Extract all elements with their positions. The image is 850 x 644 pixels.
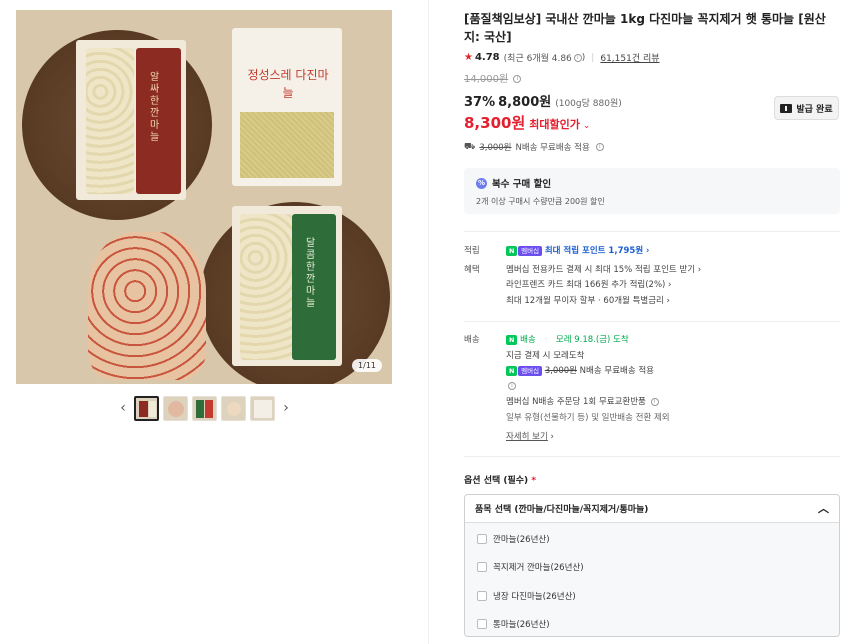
package-peeled-garlic-green: 달콤한 깐마늘	[232, 206, 342, 366]
checkbox[interactable]	[477, 562, 487, 573]
rating-row: ★ 4.78 (최근 6개월 4.86 i) | 61,151건 리뷰	[464, 51, 660, 64]
points-row: 적립 N 멤버십 최대 적립 포인트 1,795원 ›	[464, 244, 840, 260]
divider	[464, 231, 840, 232]
benefit-line-1[interactable]: 멤버십 전용카드 결제 시 최대 15% 적립 포인트 받기 ›	[506, 263, 840, 279]
package-label-1: 알싸한 깐마늘	[150, 72, 160, 143]
info-icon[interactable]: i	[573, 53, 582, 62]
product-main-image[interactable]: 알싸한 깐마늘 정성스레 다진마늘 달콤한 깐마늘 1/11	[16, 10, 392, 384]
package-label-2: 정성스레 다진마늘	[247, 68, 329, 100]
thumbnail-4[interactable]	[221, 395, 246, 421]
n-delivery-badge: N	[506, 335, 518, 345]
options-section: 옵션 선택 (필수) * 품목 선택 (깐마늘/다진마늘/꼭지제거/통마늘) ︿…	[464, 473, 840, 637]
delivery-fee-original: 3,000원	[544, 366, 577, 376]
checkbox[interactable]	[477, 533, 487, 544]
delivery-type: 배송	[520, 335, 536, 345]
return-info-icon[interactable]: i	[650, 397, 659, 406]
shipping-info-icon[interactable]: i	[595, 143, 604, 151]
shipping-original-fee: 3,000원	[479, 143, 512, 153]
delivery-fee-row: N 멤버십 3,000원 N배송 무료배송 적용 i	[506, 364, 840, 395]
package-minced-garlic: 정성스레 다진마늘	[232, 28, 342, 186]
delivery-info-icon[interactable]: i	[508, 382, 516, 390]
delivery-row: 배송 N 배송 · 모레 9.18.(금) 도착 지금 결제 시 모레도착 N …	[464, 333, 840, 446]
npay-badge: N	[506, 246, 518, 256]
delivery-exclusion: 일부 유형(선물하기 등) 및 일반배송 전환 제외	[506, 412, 670, 423]
column-divider	[428, 0, 429, 644]
option-select-title: 품목 선택 (깐마늘/다진마늘/꼭지제거/통마늘)	[475, 504, 649, 515]
original-price-row: 14,000원 i	[464, 70, 840, 85]
benefits-row: 혜택 멤버십 전용카드 결제 시 최대 15% 적립 포인트 받기 › 라인프렌…	[464, 263, 840, 310]
original-price: 14,000원	[464, 74, 509, 85]
max-discount-price: 8,300원	[464, 114, 526, 132]
recent-rating: (최근 6개월 4.86	[503, 54, 572, 64]
unit-price: (100g당 880원)	[555, 99, 622, 109]
benefits-label: 혜택	[464, 264, 480, 275]
option-item[interactable]: 냉장 다진마늘(26년산)	[465, 582, 839, 611]
rating-score: 4.78	[474, 52, 500, 63]
checkbox[interactable]	[477, 619, 487, 630]
percent-icon: %	[476, 177, 487, 189]
thumbnail-strip: ‹ ›	[116, 395, 296, 421]
star-icon: ★	[464, 52, 473, 63]
package-peeled-garlic-red: 알싸한 깐마늘	[76, 40, 186, 200]
chevron-right-icon[interactable]: ›	[279, 396, 293, 420]
delivery-arrival: 모레 9.18.(금) 도착	[555, 335, 629, 345]
option-select[interactable]: 품목 선택 (깐마늘/다진마늘/꼭지제거/통마늘) ︿ 깐마늘(26년산) 꼭지…	[464, 493, 840, 637]
delivery-fee-text: N배송 무료배송 적용	[579, 366, 654, 376]
option-item[interactable]: 꼭지제거 깐마늘(26년산)	[465, 553, 839, 582]
chevron-up-icon[interactable]: ︿	[818, 500, 829, 516]
delivery-more-link[interactable]: 자세히 보기	[506, 432, 548, 442]
reviews-link[interactable]: 61,151건 리뷰	[600, 51, 659, 64]
discount-price: 8,800원	[498, 95, 552, 110]
divider	[464, 455, 840, 457]
membership-badge: 멤버십	[518, 246, 543, 256]
package-label-3: 달콤한 깐마늘	[306, 238, 316, 309]
thumbnail-5[interactable]	[250, 395, 275, 421]
coupon-icon	[780, 103, 793, 113]
product-title: [품질책임보상] 국내산 깐마늘 1kg 다진마늘 꼭지제거 햇 통마늘 [원산…	[464, 12, 826, 44]
multi-discount-desc: 2개 이상 구매시 수량만큼 200원 할인	[476, 197, 605, 206]
chevron-down-icon[interactable]: ⌄	[583, 121, 591, 131]
shipping-text: N배송 무료배송 적용	[515, 143, 590, 153]
membership-badge: 멤버십	[518, 366, 543, 376]
divider	[464, 321, 840, 322]
option-item[interactable]: 통마늘(26년산)	[465, 610, 839, 636]
checkbox[interactable]	[477, 590, 487, 601]
benefit-line-2[interactable]: 라인프렌즈 카드 최대 166원 추가 적립(2%) ›	[506, 278, 840, 294]
price-info-icon[interactable]: i	[513, 75, 522, 83]
image-counter: 1/11	[352, 359, 382, 372]
options-label-row: 옵션 선택 (필수) *	[464, 473, 840, 486]
option-select-header[interactable]: 품목 선택 (깐마늘/다진마늘/꼭지제거/통마늘) ︿	[465, 495, 839, 523]
options-label: 옵션 선택 (필수)	[464, 475, 529, 486]
multi-purchase-discount-box: % 복수 구매 할인 2개 이상 구매시 수량만큼 200원 할인	[464, 168, 840, 214]
points-link[interactable]: N 멤버십 최대 적립 포인트 1,795원 ›	[506, 244, 840, 260]
whole-garlic-net-bag	[88, 232, 206, 380]
coupon-issued-button[interactable]: 발급 완료	[774, 96, 839, 120]
max-discount-label: 최대할인가	[529, 118, 580, 131]
option-item[interactable]: 깐마늘(26년산)	[465, 525, 839, 554]
points-label: 적립	[464, 246, 480, 256]
npay-badge: N	[506, 366, 518, 376]
thumbnail-3[interactable]	[192, 395, 217, 421]
delivery-more-row[interactable]: 자세히 보기 ›	[506, 430, 840, 446]
discount-percent: 37%	[464, 95, 496, 110]
thumbnail-2[interactable]	[163, 395, 188, 421]
return-note-row: 멤버십 N배송 주문당 1회 무료교환반품 i	[506, 395, 840, 411]
shipping-row: ⛟ 3,000원 N배송 무료배송 적용 i	[464, 141, 840, 153]
truck-icon: ⛟	[464, 141, 476, 152]
product-info: [품질책임보상] 국내산 깐마늘 1kg 다진마늘 꼭지제거 햇 통마늘 [원산…	[464, 10, 840, 637]
required-mark: *	[531, 475, 537, 486]
multi-discount-title: 복수 구매 할인	[492, 179, 552, 190]
coupon-button-label: 발급 완료	[796, 104, 833, 115]
points-text: 최대 적립 포인트 1,795원	[544, 246, 644, 256]
delivery-pay-note: 지금 결제 시 모레도착	[506, 350, 585, 361]
option-list: 깐마늘(26년산) 꼭지제거 깐마늘(26년산) 냉장 다진마늘(26년산) 통…	[465, 522, 839, 636]
chevron-left-icon[interactable]: ‹	[116, 396, 130, 420]
delivery-label: 배송	[464, 335, 480, 345]
benefit-line-3[interactable]: 최대 12개월 무이자 할부 · 60개월 특별금리 ›	[506, 294, 840, 310]
thumbnail-1[interactable]	[134, 395, 159, 421]
